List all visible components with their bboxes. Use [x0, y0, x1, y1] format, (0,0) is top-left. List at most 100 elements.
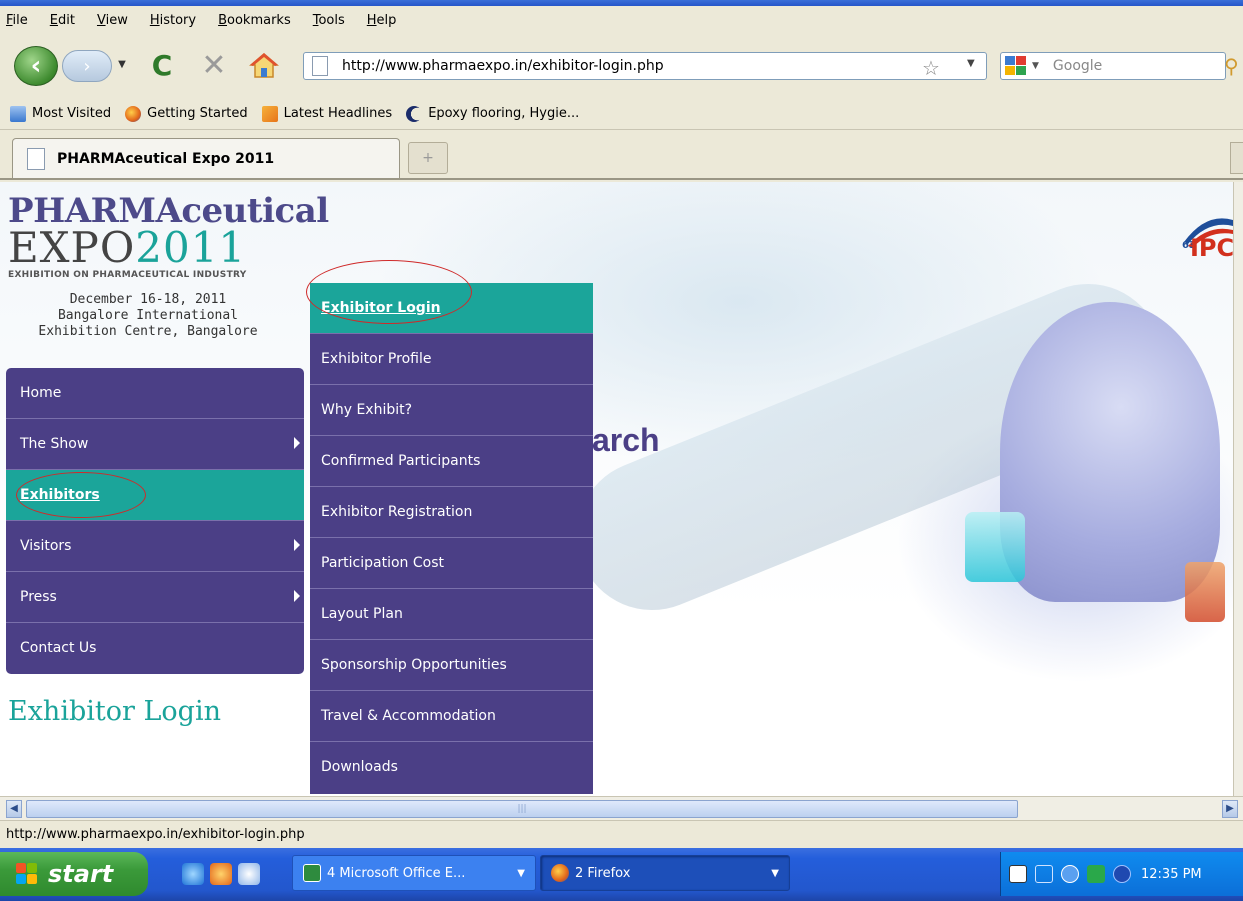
system-tray: 12:35 PM [1000, 852, 1243, 896]
arrow-back-tray-icon[interactable] [1061, 865, 1079, 883]
crescent-icon [406, 105, 423, 122]
internet-explorer-icon[interactable] [182, 863, 204, 885]
bookmark-star-button[interactable]: ☆ [922, 56, 940, 80]
chevron-left-icon: ◀ [10, 803, 18, 814]
status-bar: http://www.pharmaexpo.in/exhibitor-login… [0, 820, 1243, 848]
home-button[interactable] [246, 48, 282, 82]
navigation-toolbar: ‹ › ▼ C ✕ http://www.pharmaexpo.in/exhib… [0, 34, 1243, 98]
submenu-label: Exhibitor Login [321, 300, 441, 316]
back-button[interactable]: ‹ [14, 46, 58, 86]
menu-edit[interactable]: Edit [50, 13, 75, 28]
submenu-why-exhibit[interactable]: Why Exhibit? [310, 385, 593, 436]
scroll-thumb[interactable]: ||| [26, 800, 1018, 818]
menu-bookmarks[interactable]: Bookmarks [218, 13, 291, 28]
event-info: December 16-18, 2011 Bangalore Internati… [4, 292, 292, 340]
submenu-layout-plan[interactable]: Layout Plan [310, 589, 593, 640]
bookmark-most-visited[interactable]: Most Visited [10, 105, 112, 122]
start-button[interactable]: start [0, 852, 148, 896]
forward-button[interactable]: › [62, 50, 112, 82]
submenu-sponsorship-opportunities[interactable]: Sponsorship Opportunities [310, 640, 593, 691]
bookmark-getting-started[interactable]: Getting Started [125, 105, 248, 122]
search-go-button[interactable]: ⚲ [1224, 54, 1239, 78]
star-icon: ☆ [922, 56, 940, 80]
volume-tray-icon[interactable] [1113, 865, 1131, 883]
connection-tray-icon[interactable] [1087, 865, 1105, 883]
nav-item-label: Visitors [20, 538, 72, 554]
firefox-icon [551, 864, 569, 882]
search-input[interactable]: ▼ Google [1000, 52, 1226, 80]
history-dropdown-button[interactable]: ▼ [115, 54, 129, 74]
ipc-logo-text: IPC [1190, 234, 1233, 262]
desktop-quicklaunch-icon[interactable] [238, 863, 260, 885]
event-dates: December 16-18, 2011 [69, 292, 227, 307]
nav-item-the-show[interactable]: The Show [6, 419, 304, 470]
page-icon [27, 147, 45, 170]
menu-history[interactable]: History [150, 13, 196, 28]
home-icon [249, 53, 279, 78]
taskbar-item-excel[interactable]: 4 Microsoft Office E... ▼ [292, 855, 536, 891]
submenu-exhibitor-profile[interactable]: Exhibitor Profile [310, 334, 593, 385]
nav-item-label: The Show [20, 436, 89, 452]
chevron-down-icon: ▼ [967, 58, 975, 69]
reload-icon: C [151, 48, 173, 82]
menu-help[interactable]: Help [367, 13, 397, 28]
bookmark-label: Epoxy flooring, Hygie... [428, 106, 580, 121]
logo-year: 2011 [135, 223, 247, 272]
tab-pharmaceutical-expo[interactable]: PHARMAceutical Expo 2011 [12, 138, 400, 178]
submenu-confirmed-participants[interactable]: Confirmed Participants [310, 436, 593, 487]
scroll-left-button[interactable]: ◀ [6, 800, 22, 818]
submenu-participation-cost[interactable]: Participation Cost [310, 538, 593, 589]
nav-item-exhibitors[interactable]: Exhibitors [6, 470, 304, 521]
address-dropdown-button[interactable]: ▼ [967, 58, 975, 69]
horizontal-scrollbar[interactable]: ◀ ||| ▶ [0, 796, 1243, 820]
submenu-exhibitor-registration[interactable]: Exhibitor Registration [310, 487, 593, 538]
bookmark-epoxy-flooring[interactable]: Epoxy flooring, Hygie... [406, 105, 580, 122]
submenu-label: Layout Plan [321, 606, 403, 622]
excel-icon [303, 864, 321, 882]
menu-tools[interactable]: Tools [313, 13, 345, 28]
nav-item-press[interactable]: Press [6, 572, 304, 623]
submenu-label: Downloads [321, 759, 398, 775]
scroll-right-button[interactable]: ▶ [1222, 800, 1238, 818]
nav-item-contact-us[interactable]: Contact Us [6, 623, 304, 674]
nav-item-label: Press [20, 589, 57, 605]
clock: 12:35 PM [1141, 866, 1202, 882]
menu-view[interactable]: View [97, 13, 128, 28]
network-icon[interactable] [1035, 865, 1053, 883]
back-arrow-icon: ‹ [30, 51, 42, 81]
stop-button[interactable]: ✕ [197, 48, 231, 83]
menu-file[interactable]: File [6, 13, 28, 28]
forward-arrow-icon: › [83, 55, 91, 77]
taskbar-item-firefox[interactable]: 2 Firefox ▼ [540, 855, 790, 891]
windows-logo-icon [16, 863, 38, 885]
hero-headline-fragment: arch [592, 422, 660, 458]
nav-item-home[interactable]: Home [6, 368, 304, 419]
submenu-label: Participation Cost [321, 555, 444, 571]
bookmarks-toolbar: Most Visited Getting Started Latest Head… [0, 98, 1243, 130]
event-venue-line2: Exhibition Centre, Bangalore [38, 324, 258, 339]
reload-button[interactable]: C [145, 48, 179, 82]
flask-image [965, 512, 1025, 582]
vertical-scrollbar[interactable] [1233, 182, 1243, 796]
bookmark-label: Most Visited [32, 106, 112, 121]
help-icon[interactable] [1009, 865, 1027, 883]
address-bar[interactable]: http://www.pharmaexpo.in/exhibitor-login… [303, 52, 987, 80]
nav-item-visitors[interactable]: Visitors [6, 521, 304, 572]
submenu-arrow-icon [294, 437, 300, 449]
bookmark-latest-headlines[interactable]: Latest Headlines [261, 105, 392, 122]
google-engine-icon [1005, 56, 1029, 76]
submenu-travel-accommodation[interactable]: Travel & Accommodation [310, 691, 593, 742]
submenu-exhibitor-login[interactable]: Exhibitor Login [310, 283, 593, 334]
chevron-down-icon: ▼ [118, 58, 126, 70]
chevron-down-icon: ▼ [771, 868, 779, 879]
submenu-downloads[interactable]: Downloads [310, 742, 593, 793]
nav-item-label: Home [20, 385, 62, 401]
site-logo[interactable]: PHARMAceutical EXPO2011 EXHIBITION ON PH… [8, 194, 329, 280]
firefox-quicklaunch-icon[interactable] [210, 863, 232, 885]
new-tab-button[interactable]: + [408, 142, 448, 174]
plus-icon: + [422, 150, 434, 166]
exhibitors-submenu: Exhibitor Login Exhibitor Profile Why Ex… [310, 283, 593, 794]
chevron-right-icon: ▶ [1226, 803, 1234, 814]
tab-list-button[interactable] [1230, 142, 1243, 174]
nav-item-label: Exhibitors [20, 487, 100, 503]
